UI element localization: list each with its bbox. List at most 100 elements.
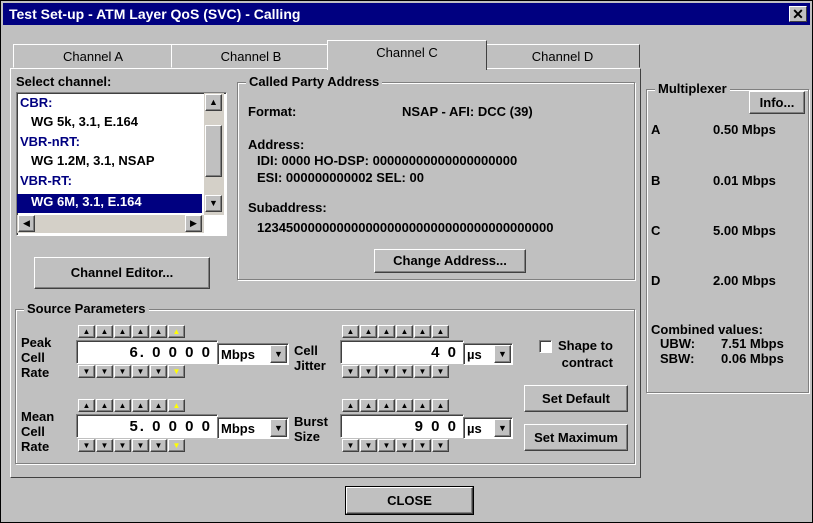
spin-down-icon[interactable]: ▼ xyxy=(96,439,113,452)
chevron-down-icon[interactable]: ▼ xyxy=(494,419,511,437)
mux-channel-d-name: D xyxy=(651,273,661,288)
list-item[interactable]: CBR: xyxy=(17,95,53,114)
set-default-button[interactable]: Set Default xyxy=(524,385,628,412)
spin-up-icon[interactable]: ▲ xyxy=(114,399,131,412)
spin-down-icon[interactable]: ▼ xyxy=(378,439,395,452)
pcr-unit-select[interactable]: Mbps ▼ xyxy=(217,343,289,365)
spin-down-icon[interactable]: ▼ xyxy=(132,439,149,452)
spin-up-icon[interactable]: ▲ xyxy=(396,325,413,338)
horizontal-scrollbar[interactable]: ◀ ▶ xyxy=(17,215,204,233)
jitter-value-field[interactable]: 4 0 xyxy=(340,340,464,364)
spin-down-icon[interactable]: ▼ xyxy=(96,365,113,378)
scroll-thumb[interactable] xyxy=(205,125,222,177)
spin-down-icon[interactable]: ▼ xyxy=(360,439,377,452)
scroll-left-icon[interactable]: ◀ xyxy=(18,215,35,232)
list-item[interactable]: VBR-nRT: xyxy=(17,134,80,153)
mcr-label: Mean Cell Rate xyxy=(21,409,55,454)
channel-editor-button[interactable]: Channel Editor... xyxy=(34,257,210,289)
spin-up-icon[interactable]: ▲ xyxy=(432,325,449,338)
info-button[interactable]: Info... xyxy=(749,91,805,114)
spin-up-icon[interactable]: ▲ xyxy=(168,325,185,338)
spin-down-icon[interactable]: ▼ xyxy=(414,365,431,378)
tab-channel-c[interactable]: Channel C xyxy=(327,40,487,70)
multiplexer-title: Multiplexer xyxy=(655,81,730,96)
ubw-label: UBW: xyxy=(660,336,696,351)
spin-down-icon[interactable]: ▼ xyxy=(378,365,395,378)
close-button[interactable]: CLOSE xyxy=(345,486,474,515)
spin-up-icon[interactable]: ▲ xyxy=(168,399,185,412)
called-party-title: Called Party Address xyxy=(246,74,383,89)
chevron-down-icon[interactable]: ▼ xyxy=(270,419,287,437)
chevron-down-icon[interactable]: ▼ xyxy=(494,345,511,363)
spin-up-icon[interactable]: ▲ xyxy=(432,399,449,412)
title-bar[interactable]: Test Set-up - ATM Layer QoS (SVC) - Call… xyxy=(3,3,810,25)
spin-down-icon[interactable]: ▼ xyxy=(342,439,359,452)
list-item[interactable]: WG 5k, 3.1, E.164 xyxy=(17,114,138,133)
spin-up-icon[interactable]: ▲ xyxy=(96,325,113,338)
spin-up-icon[interactable]: ▲ xyxy=(378,399,395,412)
list-item[interactable]: VBR-RT: xyxy=(17,173,72,192)
pcr-value-field[interactable]: 6. 0 0 0 0 xyxy=(76,340,218,364)
list-item[interactable]: WG 1.2M, 3.1, NSAP xyxy=(17,153,155,172)
burst-unit-select[interactable]: µs ▼ xyxy=(463,417,513,439)
spin-up-icon[interactable]: ▲ xyxy=(360,325,377,338)
spin-up-icon[interactable]: ▲ xyxy=(114,325,131,338)
set-maximum-button[interactable]: Set Maximum xyxy=(524,424,628,451)
spin-down-icon[interactable]: ▼ xyxy=(78,439,95,452)
spin-down-icon[interactable]: ▼ xyxy=(414,439,431,452)
spin-down-icon[interactable]: ▼ xyxy=(78,365,95,378)
spin-down-icon[interactable]: ▼ xyxy=(342,365,359,378)
spin-down-icon[interactable]: ▼ xyxy=(360,365,377,378)
spin-up-icon[interactable]: ▲ xyxy=(132,399,149,412)
spin-up-icon[interactable]: ▲ xyxy=(96,399,113,412)
jitter-down-spinners[interactable]: ▼ ▼ ▼ ▼ ▼ ▼ xyxy=(342,365,449,378)
scroll-right-icon[interactable]: ▶ xyxy=(185,215,202,232)
scroll-up-icon[interactable]: ▲ xyxy=(205,94,222,111)
scroll-down-icon[interactable]: ▼ xyxy=(205,195,222,212)
spin-down-icon[interactable]: ▼ xyxy=(396,439,413,452)
spin-down-icon[interactable]: ▼ xyxy=(114,439,131,452)
close-window-icon[interactable]: ✕ xyxy=(789,6,807,22)
spin-down-icon[interactable]: ▼ xyxy=(150,439,167,452)
spin-down-icon[interactable]: ▼ xyxy=(168,365,185,378)
spin-up-icon[interactable]: ▲ xyxy=(150,399,167,412)
spin-up-icon[interactable]: ▲ xyxy=(396,399,413,412)
spin-up-icon[interactable]: ▲ xyxy=(378,325,395,338)
shape-to-contract-checkbox[interactable] xyxy=(539,340,552,353)
chevron-down-icon[interactable]: ▼ xyxy=(270,345,287,363)
spin-down-icon[interactable]: ▼ xyxy=(168,439,185,452)
mcr-down-spinners[interactable]: ▼ ▼ ▼ ▼ ▼ ▼ xyxy=(78,439,185,452)
burst-down-spinners[interactable]: ▼ ▼ ▼ ▼ ▼ ▼ xyxy=(342,439,449,452)
spin-up-icon[interactable]: ▲ xyxy=(414,399,431,412)
burst-value-field[interactable]: 9 0 0 xyxy=(340,414,464,438)
mcr-up-spinners[interactable]: ▲ ▲ ▲ ▲ ▲ ▲ xyxy=(78,399,185,412)
spin-up-icon[interactable]: ▲ xyxy=(150,325,167,338)
spin-up-icon[interactable]: ▲ xyxy=(78,399,95,412)
vertical-scrollbar[interactable]: ▲ ▼ xyxy=(204,93,224,215)
channel-listbox[interactable]: CBR: WG 5k, 3.1, E.164 VBR-nRT: WG 1.2M,… xyxy=(16,92,227,236)
pcr-up-spinners[interactable]: ▲ ▲ ▲ ▲ ▲ ▲ xyxy=(78,325,185,338)
spin-up-icon[interactable]: ▲ xyxy=(132,325,149,338)
spin-up-icon[interactable]: ▲ xyxy=(360,399,377,412)
jitter-up-spinners[interactable]: ▲ ▲ ▲ ▲ ▲ ▲ xyxy=(342,325,449,338)
spin-down-icon[interactable]: ▼ xyxy=(114,365,131,378)
tab-channel-b[interactable]: Channel B xyxy=(171,44,331,68)
tab-channel-a[interactable]: Channel A xyxy=(13,44,173,68)
spin-down-icon[interactable]: ▼ xyxy=(150,365,167,378)
change-address-button[interactable]: Change Address... xyxy=(374,249,526,273)
pcr-down-spinners[interactable]: ▼ ▼ ▼ ▼ ▼ ▼ xyxy=(78,365,185,378)
list-item-selected[interactable]: WG 6M, 3.1, E.164 xyxy=(17,194,202,213)
spin-down-icon[interactable]: ▼ xyxy=(132,365,149,378)
spin-up-icon[interactable]: ▲ xyxy=(342,325,359,338)
mcr-unit-select[interactable]: Mbps ▼ xyxy=(217,417,289,439)
burst-up-spinners[interactable]: ▲ ▲ ▲ ▲ ▲ ▲ xyxy=(342,399,449,412)
spin-up-icon[interactable]: ▲ xyxy=(78,325,95,338)
spin-down-icon[interactable]: ▼ xyxy=(432,439,449,452)
spin-down-icon[interactable]: ▼ xyxy=(396,365,413,378)
mcr-value-field[interactable]: 5. 0 0 0 0 xyxy=(76,414,218,438)
jitter-unit-select[interactable]: µs ▼ xyxy=(463,343,513,365)
tab-channel-d[interactable]: Channel D xyxy=(485,44,640,68)
spin-up-icon[interactable]: ▲ xyxy=(414,325,431,338)
spin-up-icon[interactable]: ▲ xyxy=(342,399,359,412)
spin-down-icon[interactable]: ▼ xyxy=(432,365,449,378)
